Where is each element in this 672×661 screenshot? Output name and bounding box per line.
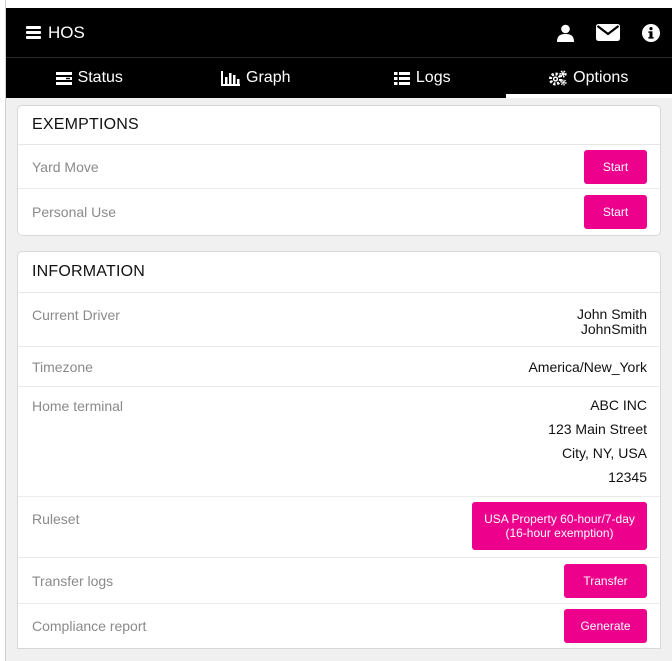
terminal-zip: 12345 <box>608 469 647 485</box>
info-icon[interactable] <box>642 23 660 42</box>
timezone-label: Timezone <box>32 358 93 375</box>
transfer-logs-row: Transfer logs Transfer <box>18 558 660 604</box>
ruleset-button[interactable]: USA Property 60-hour/7-day (16-hour exem… <box>472 502 647 550</box>
hamburger-icon <box>26 26 41 39</box>
personal-use-label: Personal Use <box>32 204 117 220</box>
list-icon <box>393 71 410 85</box>
user-icon[interactable] <box>557 24 574 42</box>
current-driver-label: Current Driver <box>32 307 120 323</box>
tab-logs[interactable]: Logs <box>339 58 506 98</box>
top-bar: HOS <box>6 8 672 57</box>
yard-move-label: Yard Move <box>32 158 99 175</box>
tab-graph[interactable]: Graph <box>173 58 340 98</box>
exemptions-card: EXEMPTIONS Yard Move Start Personal Use … <box>17 105 661 236</box>
options-content: EXEMPTIONS Yard Move Start Personal Use … <box>6 98 672 649</box>
tab-graph-label: Graph <box>246 69 291 86</box>
information-card: INFORMATION Current Driver John Smith Jo… <box>17 251 661 649</box>
tab-status-label: Status <box>77 69 123 86</box>
tab-options[interactable]: Options <box>505 58 672 98</box>
tab-status[interactable]: Status <box>6 58 173 98</box>
compliance-report-label: Compliance report <box>32 618 147 634</box>
app-frame: HOS Status Graph Logs Options EXEMPTIONS… <box>6 8 672 661</box>
home-terminal-label: Home terminal <box>32 398 124 414</box>
gears-icon <box>549 70 567 86</box>
status-icon <box>55 71 72 85</box>
yard-move-start-button[interactable]: Start <box>584 149 647 184</box>
driver-name: John Smith <box>576 306 647 322</box>
current-driver-value: John Smith JohnSmith <box>577 307 647 346</box>
bar-chart-icon <box>221 70 241 86</box>
tab-options-label: Options <box>573 69 629 86</box>
personal-use-start-button[interactable]: Start <box>584 195 647 229</box>
exemptions-title: EXEMPTIONS <box>18 106 660 145</box>
driver-username: JohnSmith <box>580 321 647 337</box>
home-terminal-row: Home terminal ABC INC 123 Main Street Ci… <box>18 387 660 497</box>
current-driver-row: Current Driver John Smith JohnSmith <box>18 293 660 347</box>
app-title: HOS <box>48 22 85 42</box>
transfer-logs-label: Transfer logs <box>32 572 114 589</box>
menu-button[interactable]: HOS <box>26 23 85 43</box>
ruleset-row: Ruleset USA Property 60-hour/7-day (16-h… <box>18 497 660 558</box>
terminal-company: ABC INC <box>590 397 647 413</box>
timezone-row: Timezone America/New_York <box>18 347 660 387</box>
information-title: INFORMATION <box>18 252 660 293</box>
personal-use-row: Personal Use Start <box>18 189 660 235</box>
ruleset-label: Ruleset <box>32 511 80 527</box>
mail-icon[interactable] <box>596 24 620 41</box>
compliance-report-row: Compliance report Generate <box>18 604 660 648</box>
terminal-street: 123 Main Street <box>548 421 647 437</box>
generate-button[interactable]: Generate <box>564 609 647 643</box>
home-terminal-address: ABC INC 123 Main Street City, NY, USA 12… <box>548 393 647 496</box>
transfer-button[interactable]: Transfer <box>564 563 647 598</box>
tab-logs-label: Logs <box>415 69 451 86</box>
terminal-city: City, NY, USA <box>561 445 647 461</box>
timezone-value: America/New_York <box>528 358 647 375</box>
tab-bar: Status Graph Logs Options <box>6 57 672 98</box>
yard-move-row: Yard Move Start <box>18 145 660 189</box>
